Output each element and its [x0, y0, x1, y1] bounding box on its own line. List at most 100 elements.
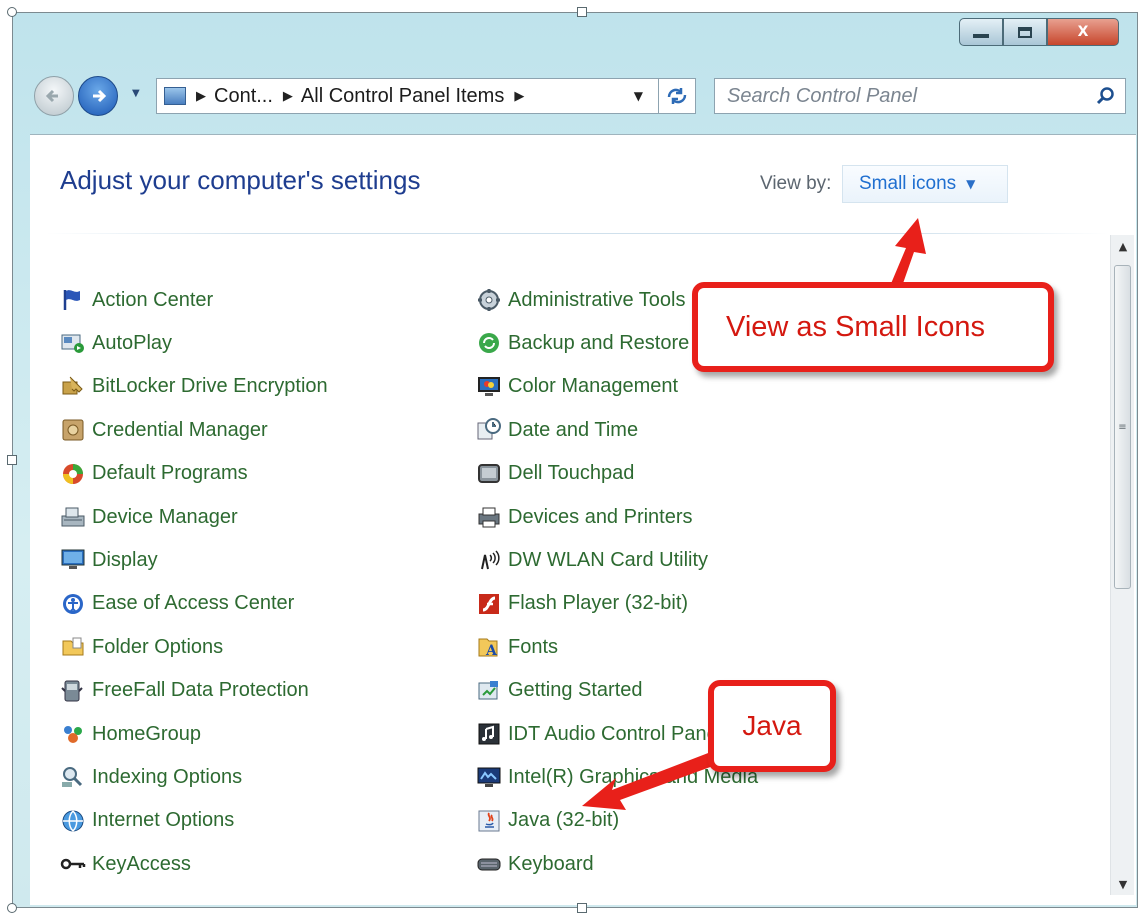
chevron-right-icon: ▶ [196, 88, 206, 104]
search-icon[interactable] [1095, 86, 1115, 106]
indexing-icon [60, 764, 86, 790]
control-panel-item-label[interactable]: BitLocker Drive Encryption [92, 375, 328, 398]
control-panel-item[interactable]: Devices and Printers [476, 502, 693, 532]
control-panel-item[interactable]: Indexing Options [60, 762, 242, 792]
control-panel-item-label[interactable]: Devices and Printers [508, 506, 693, 529]
control-panel-item-label[interactable]: Administrative Tools [508, 289, 685, 312]
chevron-right-icon[interactable]: ▶ [514, 89, 524, 104]
control-panel-item-label[interactable]: IDT Audio Control Panel [508, 723, 722, 746]
callout-java: Java [708, 680, 836, 772]
control-panel-item[interactable]: Credential Manager [60, 415, 268, 445]
control-panel-item[interactable]: Display [60, 545, 158, 575]
control-panel-item[interactable]: Backup and Restore [476, 328, 689, 358]
breadcrumb-control-panel[interactable]: Cont... [214, 85, 273, 108]
address-bar[interactable]: ▶ Cont... ▶ All Control Panel Items ▶ ▼ [156, 78, 692, 114]
control-panel-item[interactable]: Date and Time [476, 415, 638, 445]
resize-handle[interactable] [7, 7, 17, 17]
recent-pages-dropdown[interactable]: ▼ [132, 88, 140, 99]
scroll-thumb[interactable]: ≡ [1114, 265, 1131, 589]
color-monitor-icon [476, 374, 502, 400]
control-panel-item-label[interactable]: Fonts [508, 636, 558, 659]
scroll-down-icon[interactable]: ▼ [1111, 873, 1135, 895]
control-panel-item[interactable]: FreeFall Data Protection [60, 676, 309, 706]
control-panel-item[interactable]: Ease of Access Center [60, 589, 294, 619]
control-panel-item-label[interactable]: Internet Options [92, 809, 234, 832]
control-panel-item[interactable]: Keyboard [476, 849, 594, 879]
control-panel-item[interactable]: KeyAccess [60, 849, 191, 879]
monitor-icon [60, 547, 86, 573]
control-panel-item[interactable]: Color Management [476, 372, 678, 402]
control-panel-item-label[interactable]: Folder Options [92, 636, 223, 659]
control-panel-item[interactable]: Device Manager [60, 502, 238, 532]
maximize-button[interactable] [1003, 18, 1047, 46]
control-panel-item[interactable]: Java (32-bit) [476, 806, 619, 836]
ease-of-access-icon [60, 591, 86, 617]
back-button[interactable] [34, 76, 74, 116]
control-panel-item-label[interactable]: HomeGroup [92, 723, 201, 746]
refresh-button[interactable] [658, 78, 696, 114]
control-panel-item[interactable]: Action Center [60, 285, 213, 315]
intel-graphics-icon [476, 764, 502, 790]
maximize-icon [1018, 26, 1032, 38]
control-panel-item[interactable]: Administrative Tools [476, 285, 685, 315]
control-panel-item-label[interactable]: Device Manager [92, 506, 238, 529]
control-panel-item-label[interactable]: Display [92, 549, 158, 572]
control-panel-item-label[interactable]: Java (32-bit) [508, 809, 619, 832]
control-panel-item[interactable]: HomeGroup [60, 719, 201, 749]
resize-handle[interactable] [577, 903, 587, 913]
control-panel-item[interactable]: Default Programs [60, 459, 248, 489]
content-pane: Adjust your computer's settings View by:… [30, 134, 1136, 905]
control-panel-item-label[interactable]: Date and Time [508, 419, 638, 442]
resize-handle[interactable] [7, 455, 17, 465]
search-input[interactable]: Search Control Panel [727, 85, 917, 108]
vertical-scrollbar[interactable]: ▲ ≡ ▼ [1110, 235, 1134, 895]
control-panel-item-label[interactable]: KeyAccess [92, 853, 191, 876]
control-panel-item-label[interactable]: Default Programs [92, 462, 248, 485]
control-panel-item[interactable]: Getting Started [476, 676, 643, 706]
resize-handle[interactable] [7, 903, 17, 913]
scroll-up-icon[interactable]: ▲ [1111, 235, 1135, 257]
control-panel-item-label[interactable]: Getting Started [508, 679, 643, 702]
control-panel-item[interactable]: Folder Options [60, 632, 223, 662]
control-panel-item-label[interactable]: Backup and Restore [508, 332, 689, 355]
control-panel-item-label[interactable]: Credential Manager [92, 419, 268, 442]
control-panel-item-label[interactable]: Dell Touchpad [508, 462, 634, 485]
control-panel-item[interactable]: Internet Options [60, 806, 234, 836]
caption-buttons: X [959, 18, 1119, 46]
close-icon: X [1077, 24, 1089, 40]
control-panel-item[interactable]: Dell Touchpad [476, 459, 634, 489]
minimize-button[interactable] [959, 18, 1003, 46]
getting-started-icon [476, 678, 502, 704]
backup-icon [476, 330, 502, 356]
control-panel-item[interactable]: Flash Player (32-bit) [476, 589, 688, 619]
minimize-icon [973, 34, 989, 38]
control-panel-item-label[interactable]: Ease of Access Center [92, 592, 294, 615]
audio-icon [476, 721, 502, 747]
control-panel-item[interactable]: A Fonts [476, 632, 558, 662]
chevron-right-icon[interactable]: ▶ [283, 89, 293, 104]
control-panel-item-label[interactable]: Flash Player (32-bit) [508, 592, 688, 615]
control-panel-item-label[interactable]: Action Center [92, 289, 213, 312]
control-panel-item[interactable]: DW WLAN Card Utility [476, 545, 708, 575]
control-panel-item-label[interactable]: Keyboard [508, 853, 594, 876]
forward-button[interactable] [78, 76, 118, 116]
control-panel-item-label[interactable]: FreeFall Data Protection [92, 679, 309, 702]
search-box[interactable]: Search Control Panel [714, 78, 1126, 114]
control-panel-item-label[interactable]: Indexing Options [92, 766, 242, 789]
close-button[interactable]: X [1047, 18, 1119, 46]
control-panel-item-label[interactable]: DW WLAN Card Utility [508, 549, 708, 572]
control-panel-item[interactable]: AutoPlay [60, 328, 172, 358]
svg-text:A: A [485, 643, 498, 659]
address-dropdown-icon[interactable]: ▼ [634, 89, 643, 103]
breadcrumb-all-items[interactable]: All Control Panel Items [301, 85, 504, 108]
resize-handle[interactable] [577, 7, 587, 17]
homegroup-icon [60, 721, 86, 747]
control-panel-item[interactable]: IDT Audio Control Panel [476, 719, 722, 749]
folder-icon [60, 634, 86, 660]
control-panel-item-label[interactable]: AutoPlay [92, 332, 172, 355]
vault-icon [60, 417, 86, 443]
control-panel-items: Action Center AutoPlay BitLocker Drive Enc… [30, 135, 1090, 905]
control-panel-item[interactable]: BitLocker Drive Encryption [60, 372, 328, 402]
keyboard-icon [476, 851, 502, 877]
control-panel-item-label[interactable]: Color Management [508, 375, 678, 398]
